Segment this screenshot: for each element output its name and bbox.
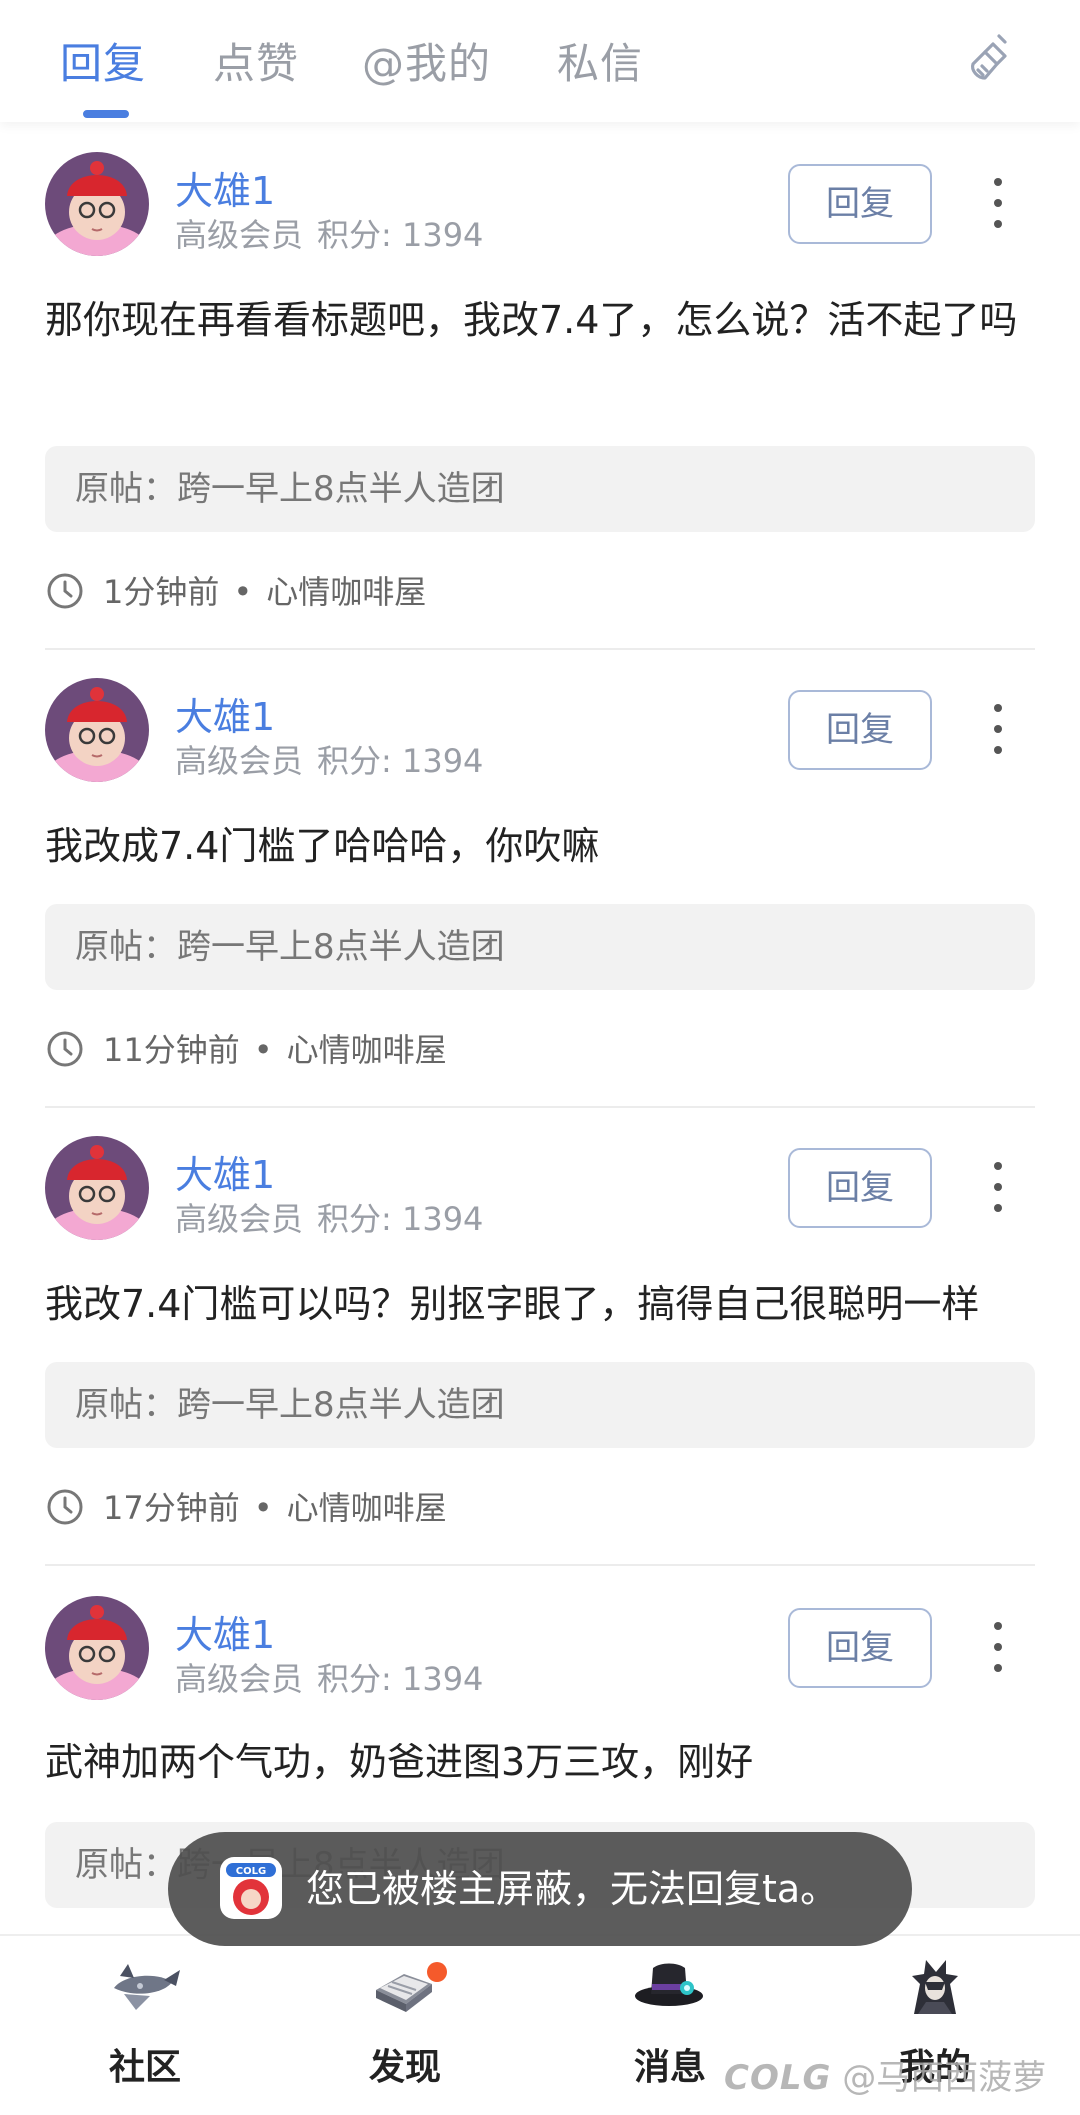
username[interactable]: 大雄1 <box>175 1144 275 1199</box>
reply-card: 大雄1 高级会员 积分: 1394 回复 我改成7.4门槛了哈哈哈，你吹嘛 原帖：… <box>0 650 1080 1108</box>
notification-badge <box>427 1962 447 1982</box>
nav-community-label: 社区 <box>108 2047 181 2088</box>
reply-content: 那你现在再看看标题吧，我改7.4了，怎么说？活不起了吗 <box>45 298 1018 342</box>
username[interactable]: 大雄1 <box>175 686 275 741</box>
more-options-icon[interactable] <box>985 1622 1011 1672</box>
toast-message: 您已被楼主屏蔽，无法回复ta。 <box>306 1867 839 1911</box>
username[interactable]: 大雄1 <box>175 1604 275 1659</box>
colg-app-icon: COLG <box>220 1857 282 1919</box>
separator-dot: • <box>253 1031 273 1069</box>
clock-icon <box>47 1031 83 1067</box>
member-level: 高级会员 <box>175 742 304 780</box>
more-options-icon[interactable] <box>985 178 1011 228</box>
avatar[interactable] <box>45 152 149 256</box>
reply-button[interactable]: 回复 <box>788 1608 932 1688</box>
tab-private-messages[interactable]: 私信 <box>557 30 643 91</box>
member-level: 高级会员 <box>175 216 304 254</box>
reply-card: 大雄1 高级会员 积分: 1394 回复 我改7.4门槛可以吗？别抠字眼了，搞得自… <box>0 1108 1080 1566</box>
board-name[interactable]: 心情咖啡屋 <box>287 1489 447 1527</box>
user-meta: 高级会员 积分: 1394 <box>175 736 483 782</box>
nav-discover-label: 发现 <box>368 2047 441 2088</box>
tab-likes[interactable]: 点赞 <box>213 30 299 91</box>
original-post-link[interactable]: 原帖：跨一早上8点半人造团 <box>45 1362 1035 1448</box>
reply-time: 17分钟前 <box>103 1489 240 1527</box>
separator-dot: • <box>253 1489 273 1527</box>
points: 积分: 1394 <box>317 216 484 254</box>
nav-community[interactable]: 社区 <box>45 1954 245 2090</box>
airship-icon <box>114 1964 180 2010</box>
reply-content: 武神加两个气功，奶爸进图3万三攻，刚好 <box>45 1740 754 1784</box>
reply-time: 1分钟前 <box>103 573 220 611</box>
broom-icon[interactable] <box>963 30 1019 86</box>
member-level: 高级会员 <box>175 1200 304 1238</box>
reply-button[interactable]: 回复 <box>788 164 932 244</box>
separator-dot: • <box>233 573 253 611</box>
more-options-icon[interactable] <box>985 1162 1011 1212</box>
watermark: COLG @马西西菠萝 <box>724 2050 1046 2099</box>
top-hat-icon <box>635 1963 703 2006</box>
top-tab-bar: 回复 点赞 @我的 私信 <box>0 0 1080 122</box>
original-post-link[interactable]: 原帖：跨一早上8点半人造团 <box>45 446 1035 532</box>
user-meta: 高级会员 积分: 1394 <box>175 1654 483 1700</box>
character-avatar-icon <box>912 1960 958 2014</box>
username[interactable]: 大雄1 <box>175 160 275 215</box>
watermark-handle: @马西西菠萝 <box>842 2058 1047 2098</box>
original-post-link[interactable]: 原帖：跨一早上8点半人造团 <box>45 904 1035 990</box>
reply-time: 11分钟前 <box>103 1031 240 1069</box>
reply-meta: 11分钟前 • 心情咖啡屋 <box>45 1025 447 1075</box>
points: 积分: 1394 <box>317 1200 484 1238</box>
member-level: 高级会员 <box>175 1660 304 1698</box>
toast-notification: COLG 您已被楼主屏蔽，无法回复ta。 <box>168 1832 912 1946</box>
reply-content: 我改7.4门槛可以吗？别抠字眼了，搞得自己很聪明一样 <box>45 1282 980 1326</box>
reply-card: 大雄1 高级会员 积分: 1394 回复 那你现在再看看标题吧，我改7.4了，怎么… <box>0 122 1080 650</box>
user-meta: 高级会员 积分: 1394 <box>175 1194 483 1240</box>
avatar[interactable] <box>45 1136 149 1240</box>
avatar[interactable] <box>45 678 149 782</box>
reply-content: 我改成7.4门槛了哈哈哈，你吹嘛 <box>45 824 600 868</box>
board-name[interactable]: 心情咖啡屋 <box>287 1031 447 1069</box>
user-meta: 高级会员 积分: 1394 <box>175 210 483 256</box>
active-tab-indicator <box>83 110 129 118</box>
reply-feed: 大雄1 高级会员 积分: 1394 回复 那你现在再看看标题吧，我改7.4了，怎么… <box>0 122 1080 1934</box>
clock-icon <box>47 573 83 609</box>
avatar[interactable] <box>45 1596 149 1700</box>
reply-meta: 1分钟前 • 心情咖啡屋 <box>45 567 426 617</box>
points: 积分: 1394 <box>317 1660 484 1698</box>
reply-meta: 17分钟前 • 心情咖啡屋 <box>45 1483 447 1533</box>
reply-button[interactable]: 回复 <box>788 1148 932 1228</box>
more-options-icon[interactable] <box>985 704 1011 754</box>
points: 积分: 1394 <box>317 742 484 780</box>
tab-replies[interactable]: 回复 <box>60 30 146 91</box>
reply-button[interactable]: 回复 <box>788 690 932 770</box>
watermark-brand: COLG <box>724 2058 832 2098</box>
board-name[interactable]: 心情咖啡屋 <box>266 573 426 611</box>
clock-icon <box>47 1489 83 1525</box>
nav-discover[interactable]: 发现 <box>305 1954 505 2090</box>
app-icon-text: COLG <box>236 1866 266 1877</box>
tab-mentions[interactable]: @我的 <box>362 30 491 91</box>
